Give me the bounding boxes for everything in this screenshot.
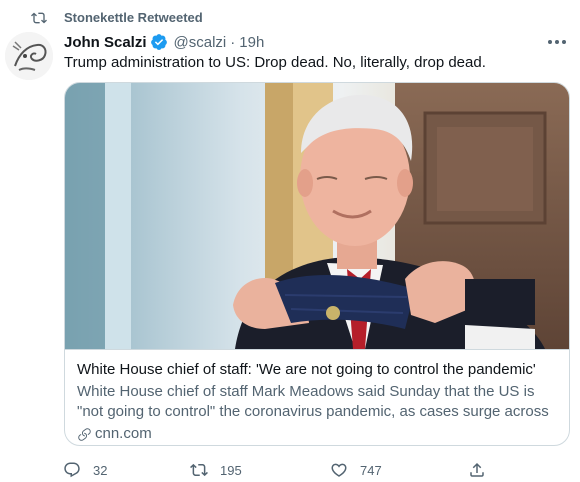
link-card[interactable]: White House chief of staff: 'We are not … [64,82,570,446]
separator-dot: · [230,33,236,51]
tweet-header: John Scalzi @scalzi · 19h [64,32,264,52]
reply-count: 32 [93,462,108,478]
card-domain-row: cnn.com [77,424,557,444]
reply-icon [64,462,80,478]
tweet-text: Trump administration to US: Drop dead. N… [64,54,486,71]
photo-man-holding-mask [65,83,569,349]
handle[interactable]: @scalzi [174,34,227,51]
like-button[interactable]: 747 [330,460,382,480]
card-description: White House chief of staff Mark Meadows … [77,383,549,420]
share-button[interactable] [468,460,486,480]
more-options-icon[interactable] [548,38,570,46]
verified-badge-icon [150,34,167,50]
reply-button[interactable]: 32 [63,460,107,480]
retweet-action-icon [190,463,208,477]
heart-icon [331,463,347,477]
timestamp[interactable]: 19h [239,34,264,51]
retweet-count: 195 [220,462,242,478]
retweet-context-label: Stonekettle Retweeted [64,10,203,25]
link-icon [78,427,91,441]
avatar-image [5,32,53,80]
card-domain: cnn.com [95,425,152,442]
retweet-button[interactable]: 195 [190,460,242,480]
retweet-icon [31,12,47,24]
card-title: White House chief of staff: 'We are not … [77,361,536,378]
tweet-actions: 32 195 747 [60,460,500,480]
avatar[interactable] [5,32,53,80]
like-count: 747 [360,462,382,478]
card-body[interactable]: White House chief of staff: 'We are not … [65,349,569,444]
card-image[interactable] [65,83,569,349]
share-icon [470,462,484,477]
display-name[interactable]: John Scalzi [64,34,147,51]
